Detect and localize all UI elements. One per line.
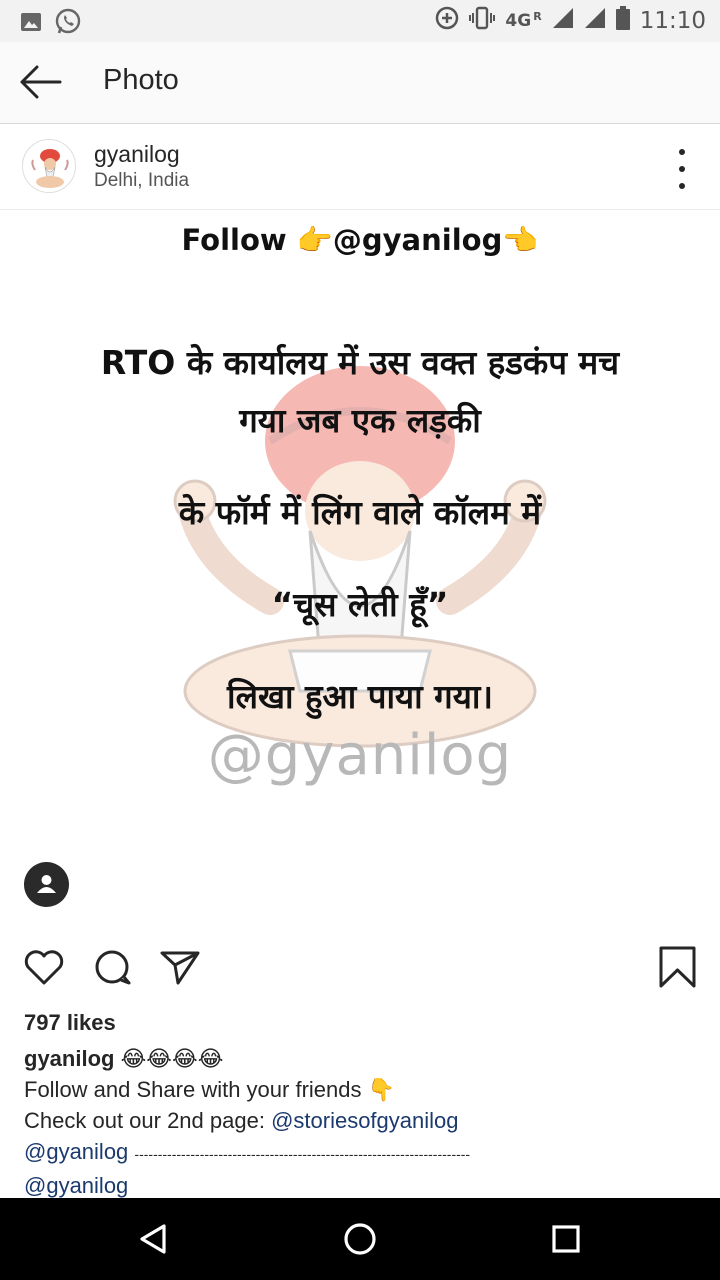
- person-tag-icon[interactable]: [24, 862, 69, 907]
- caption-line-4: @gyanilog ------------------------------…: [24, 1136, 704, 1170]
- whatsapp-icon: [54, 8, 82, 41]
- arrow-left-icon[interactable]: [18, 62, 62, 102]
- meme-line-4: “चूस लेती हूँ”: [271, 585, 449, 624]
- post-username[interactable]: gyanilog: [94, 141, 180, 168]
- battery-icon: [615, 6, 630, 36]
- post-location[interactable]: Delhi, India: [94, 170, 189, 192]
- app-bar: Photo: [0, 42, 720, 124]
- caption-separator: ----------------------------------------…: [134, 1146, 471, 1162]
- likes-count[interactable]: 797 likes: [24, 1010, 116, 1036]
- more-vertical-icon[interactable]: [674, 149, 690, 189]
- clock: 11:10: [639, 8, 706, 34]
- image-watermark: @gyanilog: [207, 723, 513, 788]
- status-left: [20, 8, 82, 41]
- nav-recents-icon[interactable]: [545, 1218, 587, 1260]
- comment-icon[interactable]: [91, 945, 135, 989]
- caption-username[interactable]: gyanilog: [24, 1046, 114, 1071]
- caption-emojis: 😂😂😂😂: [120, 1046, 224, 1071]
- meme-line-3: के फॉर्म में लिंग वाले कॉलम में: [178, 493, 542, 532]
- roaming-indicator: R: [533, 9, 542, 23]
- mention-link[interactable]: @storiesofgyanilog: [271, 1108, 458, 1133]
- signal-icon: [584, 7, 606, 35]
- bookmark-icon[interactable]: [656, 945, 700, 989]
- caption-line-2: Follow and Share with your friends 👇: [24, 1077, 396, 1102]
- meme-line-1: RTO के कार्यालय में उस वक्त हडकंप मच: [100, 343, 620, 382]
- vibrate-icon: [469, 6, 496, 36]
- mention-link[interactable]: @gyanilog: [24, 1173, 128, 1198]
- avatar[interactable]: [22, 139, 76, 193]
- page-title: Photo: [103, 64, 179, 96]
- follow-banner: Follow 👉@gyanilog👈: [181, 223, 539, 257]
- network-type: 4G: [505, 11, 532, 31]
- nav-back-icon[interactable]: [132, 1218, 174, 1260]
- status-right: 4G R 11:10: [435, 6, 706, 36]
- status-bar: 4G R 11:10: [0, 0, 720, 42]
- heart-icon[interactable]: [22, 945, 66, 989]
- meme-line-5: लिखा हुआ पाया गया।: [227, 677, 493, 716]
- post-image[interactable]: Follow 👉@gyanilog👈 RTO के कार्यालय में उ…: [0, 211, 720, 831]
- send-icon[interactable]: [158, 945, 202, 989]
- mention-link[interactable]: @gyanilog: [24, 1139, 128, 1164]
- action-row: [0, 945, 720, 995]
- nav-home-icon[interactable]: [339, 1218, 381, 1260]
- data-saver-icon: [435, 6, 459, 36]
- caption-line-1: gyanilog 😂😂😂😂: [24, 1043, 704, 1074]
- caption-line-5: @gyanilog: [24, 1170, 704, 1201]
- signal-icon: [552, 7, 574, 35]
- post-caption: gyanilog 😂😂😂😂 Follow and Share with your…: [24, 1043, 704, 1201]
- system-nav-bar: [0, 1198, 720, 1280]
- gallery-icon: [20, 11, 42, 38]
- caption-line-3: Check out our 2nd page: @storiesofgyanil…: [24, 1105, 704, 1136]
- caption-line-3-text: Check out our 2nd page:: [24, 1108, 272, 1133]
- post-header: gyanilog Delhi, India: [0, 124, 720, 210]
- meme-line-2: गया जब एक लड़की: [239, 401, 481, 440]
